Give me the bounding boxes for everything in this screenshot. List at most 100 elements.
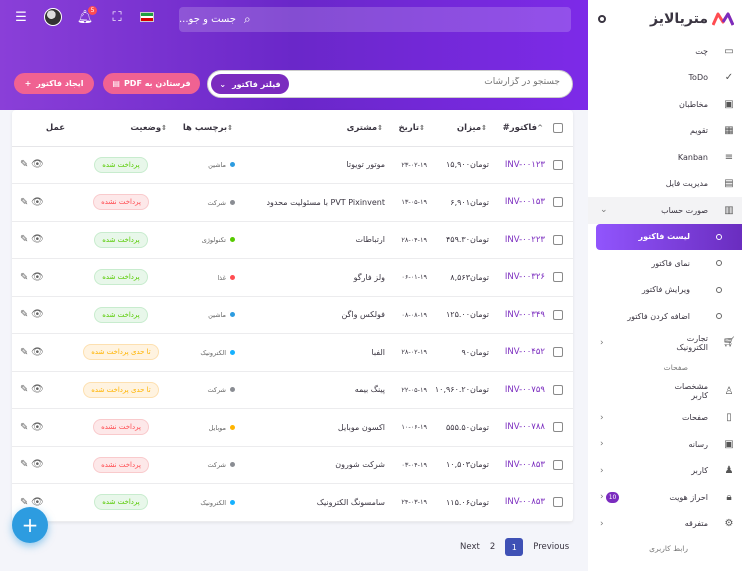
row-checkbox[interactable] (553, 497, 563, 508)
row-checkbox[interactable] (553, 197, 563, 208)
row-checkbox[interactable] (553, 159, 563, 170)
create-invoice-button[interactable]: ایجاد فاکتور + (14, 73, 94, 94)
pencil-icon[interactable]: ✎ (20, 272, 28, 283)
sidebar-item-6[interactable]: ▥ صورت حساب ⌄ (588, 197, 742, 224)
invoice-link[interactable]: INV-۰۰۳۲۶ (505, 272, 545, 282)
global-search[interactable]: ⌕ جست و جو... (179, 7, 571, 32)
sidebar-page-item-3[interactable]: ♟ کاربر ‹ (588, 458, 742, 485)
chevron-left-icon: ‹ (600, 465, 604, 476)
eye-icon[interactable]: 👁︎ (31, 497, 44, 508)
column-amount[interactable]: ⇕میزان (427, 110, 489, 147)
action-cell: 👁︎ ✎ (12, 221, 73, 259)
invoice-link[interactable]: INV-۰۰۸۵۳ (505, 497, 545, 507)
submenu-item-1[interactable]: نمای فاکتور (588, 250, 742, 277)
create-invoice-label: ایجاد فاکتور (36, 79, 84, 88)
eye-icon[interactable]: 👁︎ (31, 384, 44, 395)
pencil-icon[interactable]: ✎ (20, 459, 28, 470)
invoice-link[interactable]: INV-۰۰۲۲۳ (505, 235, 545, 245)
pencil-icon[interactable]: ✎ (20, 347, 28, 358)
sidebar-page-item-2[interactable]: ▣ رسانه ‹ (588, 431, 742, 458)
column-invoice[interactable]: ^فاکتور# (489, 110, 545, 147)
invoice-link[interactable]: INV-۰۰۴۵۲ (505, 347, 545, 357)
sidebar-page-item-4[interactable]: 🔒︎ احراز هویت ‹ 10 (588, 484, 742, 511)
sort-icon: ⇕ (161, 123, 167, 132)
status-badge: پرداخت نشده (93, 419, 149, 436)
avatar[interactable] (44, 8, 62, 26)
row-checkbox[interactable] (553, 422, 563, 433)
eye-icon[interactable]: 👁︎ (31, 459, 44, 470)
row-select-cell (545, 221, 573, 259)
invoice-link[interactable]: INV-۰۰۷۸۸ (505, 422, 545, 432)
pencil-icon[interactable]: ✎ (20, 234, 28, 245)
invoice-filter-dropdown[interactable]: فیلتر فاکتور ⌄ (211, 74, 289, 94)
invoice-link[interactable]: INV-۰۰۱۵۳ (505, 197, 545, 207)
pencil-icon[interactable]: ✎ (20, 497, 28, 508)
sidebar-pin-toggle[interactable] (598, 15, 606, 23)
page-1-active[interactable]: 1 (505, 538, 524, 556)
submenu-item-0[interactable]: لیست فاکتور (596, 223, 742, 250)
cart-icon: 🛒︎ (722, 337, 736, 349)
language-flag-icon[interactable] (140, 12, 154, 22)
menu-toggle-icon[interactable]: ☰ (12, 10, 30, 25)
row-checkbox[interactable] (553, 459, 563, 470)
eye-icon[interactable]: 👁︎ (31, 159, 44, 170)
pagination-previous[interactable]: Previous (533, 542, 569, 552)
sidebar-item-2[interactable]: ▣ مخاطبان (588, 91, 742, 118)
pencil-icon[interactable]: ✎ (20, 309, 28, 320)
plus-icon: + (24, 79, 32, 88)
status-badge: تا حدی پرداخت شده (83, 381, 159, 398)
sidebar-page-item-0[interactable]: ♙ مشخصات کاربر (588, 378, 742, 405)
eye-icon[interactable]: 👁︎ (31, 309, 44, 320)
eye-icon[interactable]: 👁︎ (31, 422, 44, 433)
report-search-input[interactable] (320, 77, 560, 87)
add-fab-button[interactable]: + (12, 507, 48, 543)
sidebar-item-ecommerce[interactable]: 🛒︎ تجارت الکترونیک ‹ (588, 330, 742, 357)
sidebar-item-3[interactable]: ▦ تقویم (588, 118, 742, 145)
eye-icon[interactable]: 👁︎ (31, 234, 44, 245)
sidebar-item-4[interactable]: ≡ Kanban (588, 144, 742, 171)
sidebar-page-item-5[interactable]: ⚙ متفرقه ‹ (588, 511, 742, 538)
eye-icon[interactable]: 👁︎ (31, 347, 44, 358)
submenu-item-2[interactable]: ویرایش فاکتور (588, 277, 742, 304)
invoice-link[interactable]: INV-۰۰۱۲۳ (505, 160, 545, 170)
pencil-icon[interactable]: ✎ (20, 384, 28, 395)
sidebar-item-5[interactable]: ▤ مدیریت فایل (588, 171, 742, 198)
submenu-item-label: نمای فاکتور (651, 258, 690, 268)
column-action: عمل (12, 110, 73, 147)
row-checkbox[interactable] (553, 234, 563, 245)
send-pdf-button[interactable]: فرستادن به PDF ▤ (103, 73, 200, 94)
select-all-checkbox[interactable] (553, 122, 563, 133)
pagination-next[interactable]: Next (460, 542, 480, 552)
page-2[interactable]: 2 (490, 542, 495, 552)
fullscreen-icon[interactable]: ⛶ (108, 10, 126, 25)
eye-icon[interactable]: 👁︎ (31, 197, 44, 208)
status-cell: پرداخت شده (73, 296, 169, 334)
row-checkbox[interactable] (553, 309, 563, 320)
column-tag[interactable]: ⇕برچسب ها (169, 110, 235, 147)
invoice-link[interactable]: INV-۰۰۷۵۹ (505, 385, 545, 395)
pencil-icon[interactable]: ✎ (20, 422, 28, 433)
column-customer[interactable]: ⇕مشتری (235, 110, 385, 147)
invoice-link[interactable]: INV-۰۰۸۵۳ (505, 460, 545, 470)
sidebar-item-1[interactable]: ✓ ToDo (588, 65, 742, 92)
invoice-link[interactable]: INV-۰۰۳۴۹ (505, 310, 545, 320)
notification-bell-icon[interactable]: 🔔︎ 5 (76, 5, 97, 25)
pencil-icon[interactable]: ✎ (20, 197, 28, 208)
submenu-item-3[interactable]: اضافه کردن فاکتور (588, 303, 742, 330)
brand: متریالایز (588, 0, 742, 38)
row-checkbox[interactable] (553, 384, 563, 395)
pencil-icon[interactable]: ✎ (20, 159, 28, 170)
sidebar-item-0[interactable]: ▭ چت (588, 38, 742, 65)
table-row: INV-۰۰۷۵۹ تومان۱۰,۹۶۰.۲۰ ۲۲-۰۵-۱۹ پینگ بیمه… (12, 371, 573, 409)
row-checkbox[interactable] (553, 347, 563, 358)
customer-cell: اکسون موبایل (235, 408, 385, 447)
amount-cell: تومان۱۰,۹۶۰.۲۰ (427, 371, 489, 409)
eye-icon[interactable]: 👁︎ (31, 272, 44, 283)
sidebar-item-label: رسانه (688, 439, 708, 449)
row-checkbox[interactable] (553, 272, 563, 283)
send-pdf-label: فرستادن به PDF (123, 79, 191, 88)
column-status[interactable]: ⇕وضعیت (73, 110, 169, 147)
column-date[interactable]: ⇕تاریخ (385, 110, 427, 147)
action-cell: 👁︎ ✎ (12, 371, 73, 409)
sidebar-page-item-1[interactable]: ▯ صفحات ‹ (588, 405, 742, 432)
